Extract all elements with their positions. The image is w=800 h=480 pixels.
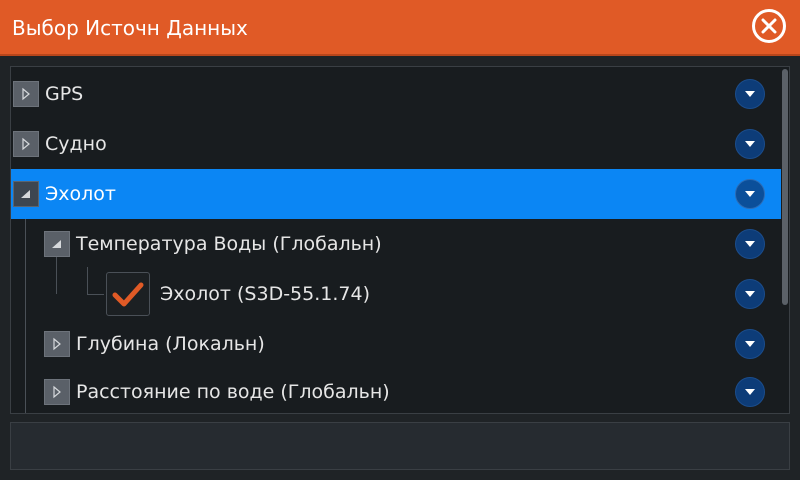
- row-options-button[interactable]: [735, 129, 765, 159]
- expand-toggle[interactable]: [44, 331, 70, 357]
- tree-row-label: GPS: [45, 83, 84, 105]
- tree-row-water-temperature[interactable]: Температура Воды (Глобальн): [11, 219, 781, 269]
- close-button[interactable]: [752, 9, 786, 43]
- expand-toggle[interactable]: [13, 81, 39, 107]
- collapse-toggle[interactable]: [44, 231, 70, 257]
- dialog-title: Выбор Источн Данных: [12, 16, 248, 40]
- triangle-right-icon: [22, 137, 30, 151]
- chevron-down-icon: [745, 241, 755, 247]
- triangle-right-icon: [53, 337, 61, 351]
- tree-row-label: Судно: [45, 133, 107, 155]
- row-options-button[interactable]: [735, 329, 765, 359]
- tree-row-sonar-source[interactable]: Эхолот (S3D-55.1.74): [11, 269, 781, 319]
- tree-row-label: Эхолот (S3D-55.1.74): [160, 283, 370, 305]
- expand-toggle[interactable]: [44, 379, 70, 405]
- tree-row-vessel[interactable]: Судно: [11, 119, 781, 169]
- collapse-toggle[interactable]: [13, 181, 39, 207]
- tree-row-depth[interactable]: Глубина (Локальн): [11, 319, 781, 369]
- source-checkbox[interactable]: [106, 272, 150, 316]
- chevron-down-icon: [745, 291, 755, 297]
- triangle-right-icon: [22, 87, 30, 101]
- tree-row-label: Эхолот: [45, 183, 116, 205]
- row-options-button[interactable]: [735, 229, 765, 259]
- close-icon: [761, 18, 777, 34]
- tree-scrollbar[interactable]: [781, 67, 789, 413]
- row-options-button[interactable]: [735, 79, 765, 109]
- tree-row-label: Температура Воды (Глобальн): [76, 233, 382, 255]
- tree-row-label: Глубина (Локальн): [76, 333, 265, 355]
- triangle-right-icon: [53, 385, 61, 399]
- tree-row-distance-through-water[interactable]: Расстояние по воде (Глобальн): [11, 367, 781, 413]
- dialog-title-bar: Выбор Источн Данных: [0, 0, 800, 56]
- row-options-button[interactable]: [735, 279, 765, 309]
- chevron-down-icon: [745, 191, 755, 197]
- triangle-expanded-icon: [52, 240, 61, 248]
- row-options-button[interactable]: [735, 179, 765, 209]
- expand-toggle[interactable]: [13, 131, 39, 157]
- chevron-down-icon: [745, 389, 755, 395]
- row-options-button[interactable]: [735, 377, 765, 407]
- chevron-down-icon: [745, 141, 755, 147]
- scrollbar-thumb[interactable]: [782, 69, 788, 305]
- triangle-expanded-icon: [21, 190, 30, 198]
- footer-panel: [10, 422, 790, 470]
- chevron-down-icon: [745, 341, 755, 347]
- tree-row-sonar[interactable]: Эхолот: [11, 169, 781, 219]
- checkmark-icon: [112, 282, 144, 307]
- tree-row-label: Расстояние по воде (Глобальн): [76, 381, 390, 403]
- chevron-down-icon: [745, 91, 755, 97]
- data-source-tree[interactable]: GPS Судно Эхолот Температура Воды (Глоба…: [10, 66, 790, 414]
- tree-row-gps[interactable]: GPS: [11, 69, 781, 119]
